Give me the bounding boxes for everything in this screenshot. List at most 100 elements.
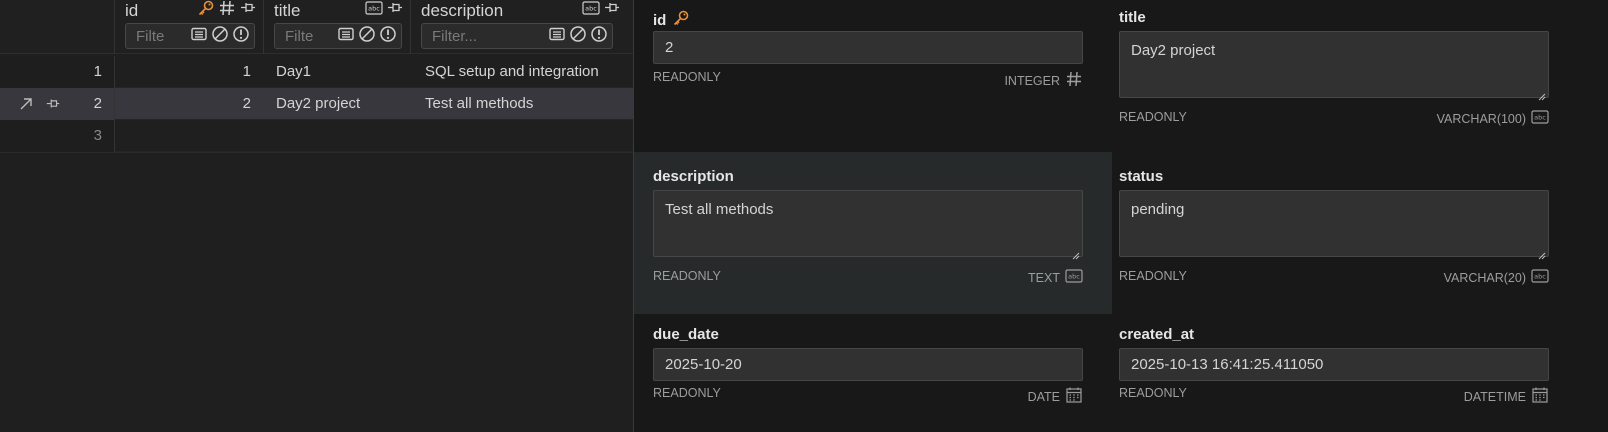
cell-id[interactable]: 1 [115,56,251,88]
field-description: description Test all methods READONLY TE… [634,152,1112,314]
field-id: id 2 READONLY INTEGER [634,0,1112,150]
type-label: TEXT [1028,270,1060,285]
pin-icon[interactable] [239,0,257,22]
field-meta: READONLY DATE [653,384,1083,404]
null-filter-icon[interactable] [211,25,229,48]
field-meta: READONLY DATETIME [1119,384,1549,404]
column-header-id[interactable]: id [115,0,264,54]
hash-icon [1065,68,1083,91]
not-null-filter-icon[interactable] [590,25,608,48]
record-form: id 2 READONLY INTEGER title Day2 project [634,0,1608,432]
field-meta: READONLY VARCHAR(20) abc [1119,267,1549,285]
status-value-field[interactable]: pending [1119,190,1549,260]
key-icon [197,0,215,22]
type-label: VARCHAR(20) [1443,270,1526,285]
null-filter-icon[interactable] [569,25,587,48]
not-null-filter-icon[interactable] [232,25,250,48]
rownum-header [0,0,115,54]
type-info: VARCHAR(100) abc [1437,108,1549,127]
field-meta: READONLY VARCHAR(100) abc [1119,108,1549,126]
grid-divider [0,152,633,153]
column-header-description[interactable]: description abc [411,0,633,54]
abc-icon: abc [1065,267,1083,286]
due-date-value-field[interactable]: 2025-10-20 [653,348,1083,381]
field-label: description [653,168,734,185]
type-label: INTEGER [1004,73,1060,88]
svg-text:abc: abc [585,4,597,12]
readonly-label: READONLY [653,70,721,84]
not-null-filter-icon[interactable] [379,25,397,48]
type-info: DATE [1028,384,1083,407]
hash-icon [218,0,236,22]
cell-description[interactable]: Test all methods [425,88,630,120]
open-row-arrow-icon[interactable] [18,96,34,117]
type-info: TEXT abc [1028,267,1083,286]
readonly-label: READONLY [1119,110,1187,124]
type-info: VARCHAR(20) abc [1444,267,1549,286]
filter-mode-icon[interactable] [548,25,566,48]
svg-text:abc: abc [1534,273,1546,281]
type-label: VARCHAR(100) [1436,111,1526,126]
column-header-title[interactable]: title abc [264,0,411,54]
cell-title[interactable]: Day2 project [276,88,411,120]
filter-box-id [125,23,255,49]
field-label-text: id [653,11,667,29]
type-info: DATETIME [1464,384,1549,407]
resize-grip-icon[interactable] [1072,246,1080,260]
type-label: DATE [1027,389,1060,404]
field-status: status pending READONLY VARCHAR(20) abc [1100,152,1578,314]
svg-text:abc: abc [1534,114,1546,122]
abc-icon: abc [1531,108,1549,127]
data-grid: id Filte title abc Filte description abc… [0,0,634,432]
pin-row-icon[interactable] [44,96,62,117]
filter-box-description [421,23,613,49]
calendar-icon [1531,384,1549,407]
filter-input-title[interactable] [285,27,337,45]
grid-header: id Filte title abc Filte description abc… [0,0,633,54]
filter-input-description[interactable] [432,27,548,45]
cell-title[interactable]: Day1 [276,56,411,88]
table-row-new[interactable]: 3 [0,120,633,152]
pin-icon[interactable] [603,0,621,22]
app-root: id Filte title abc Filte description abc… [0,0,1608,432]
cell-description[interactable]: SQL setup and integration [425,56,630,88]
filter-mode-icon[interactable] [190,25,208,48]
field-label: created_at [1119,326,1195,343]
readonly-label: READONLY [653,386,721,400]
field-value-text: Test all methods [665,201,774,218]
field-meta: READONLY TEXT abc [653,267,1083,285]
resize-grip-icon[interactable] [1538,246,1546,260]
key-icon [672,9,690,31]
readonly-label: READONLY [1119,269,1187,283]
table-row[interactable]: 1 1 Day1 SQL setup and integration [0,56,633,88]
table-row-selected[interactable]: 2 2 Day2 project Test all methods [0,88,633,120]
description-value-field[interactable]: Test all methods [653,190,1083,260]
filter-mode-icon[interactable] [337,25,355,48]
field-label: title [1119,9,1146,26]
svg-text:abc: abc [368,4,380,12]
field-label: due_date [653,326,719,343]
column-name: id [125,1,139,20]
filter-input-id[interactable] [136,27,190,45]
null-filter-icon[interactable] [358,25,376,48]
cell-id[interactable]: 2 [115,88,251,120]
row-number: 3 [0,120,115,152]
title-value-field[interactable]: Day2 project [1119,31,1549,101]
field-label: id [653,9,690,31]
field-due-date: due_date 2025-10-20 READONLY DATE [634,314,1112,432]
id-value-field[interactable]: 2 [653,31,1083,64]
created-at-value-field[interactable]: 2025-10-13 16:41:25.411050 [1119,348,1549,381]
field-title: title Day2 project READONLY VARCHAR(100)… [1100,0,1578,150]
pin-icon[interactable] [386,0,404,22]
svg-text:abc: abc [1068,273,1080,281]
filter-box-title [274,23,402,49]
abc-icon: abc [365,0,383,20]
abc-icon: abc [1531,267,1549,286]
readonly-label: READONLY [653,269,721,283]
column-name: title [274,1,301,20]
field-value-text: Day2 project [1131,42,1216,59]
field-value-text: pending [1131,201,1185,218]
resize-grip-icon[interactable] [1538,87,1546,101]
field-created-at: created_at 2025-10-13 16:41:25.411050 RE… [1100,314,1578,432]
column-name: description [421,1,504,20]
